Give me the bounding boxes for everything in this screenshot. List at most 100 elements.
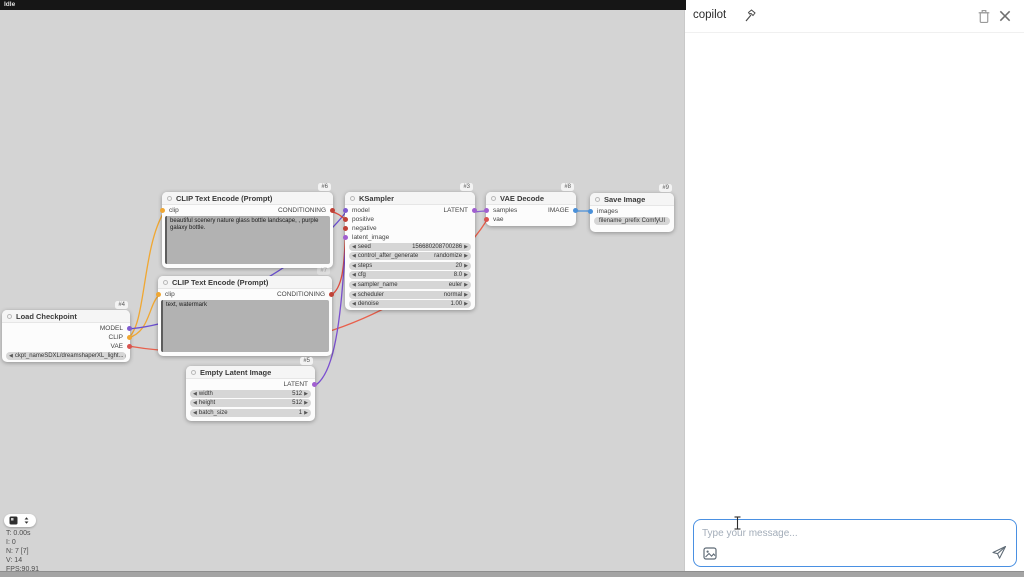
- increment-arrow-icon[interactable]: ▶: [464, 291, 468, 299]
- attach-image-icon[interactable]: [703, 547, 717, 560]
- input-port-samples[interactable]: [484, 208, 489, 213]
- increment-arrow-icon[interactable]: ▶: [464, 271, 468, 279]
- output-port-conditioning[interactable]: [329, 292, 334, 297]
- input-port-model[interactable]: [343, 208, 348, 213]
- collapse-dot-icon[interactable]: [191, 370, 196, 375]
- port-label: model: [352, 207, 370, 214]
- node-clip-text-encode-positive[interactable]: #6 CLIP Text Encode (Prompt) clip CONDIT…: [162, 192, 333, 268]
- widget-batch-size[interactable]: ◀ batch_size 1 ▶: [190, 409, 311, 417]
- node-title-bar[interactable]: CLIP Text Encode (Prompt): [158, 276, 332, 289]
- widget-steps[interactable]: ◀ steps 20 ▶: [349, 262, 471, 270]
- output-port-clip[interactable]: [127, 335, 132, 340]
- node-clip-text-encode-negative[interactable]: #7 CLIP Text Encode (Prompt) clip CONDIT…: [158, 276, 332, 356]
- collapse-dot-icon[interactable]: [350, 196, 355, 201]
- widget-seed[interactable]: ◀ seed 156680208700286 ▶: [349, 243, 471, 251]
- collapse-dot-icon[interactable]: [167, 196, 172, 201]
- node-ksampler[interactable]: #3 KSampler model LATENT positive negati…: [345, 192, 475, 310]
- decrement-arrow-icon[interactable]: ◀: [352, 252, 356, 260]
- bottom-scroll-bar[interactable]: [0, 571, 1024, 577]
- prompt-textarea[interactable]: beautiful scenery nature glass bottle la…: [165, 216, 330, 264]
- port-label: CONDITIONING: [277, 291, 325, 298]
- node-title-bar[interactable]: CLIP Text Encode (Prompt): [162, 192, 333, 205]
- increment-arrow-icon[interactable]: ▶: [464, 300, 468, 308]
- output-port-conditioning[interactable]: [330, 208, 335, 213]
- node-title-bar[interactable]: Empty Latent Image: [186, 366, 315, 379]
- sort-updown-icon[interactable]: [22, 515, 31, 526]
- node-title-bar[interactable]: KSampler: [345, 192, 475, 205]
- widget-name: seed: [358, 244, 371, 250]
- node-save-image[interactable]: #9 Save Image images filename_prefix Com…: [590, 193, 674, 232]
- decrement-arrow-icon[interactable]: ◀: [193, 399, 197, 407]
- node-id-badge: #5: [300, 357, 313, 365]
- decrement-arrow-icon[interactable]: ◀: [9, 352, 13, 360]
- increment-arrow-icon[interactable]: ▶: [464, 252, 468, 260]
- collapse-dot-icon[interactable]: [7, 314, 12, 319]
- port-label: CONDITIONING: [278, 207, 326, 214]
- output-port-vae[interactable]: [127, 344, 132, 349]
- input-port-clip[interactable]: [156, 292, 161, 297]
- input-port-images[interactable]: [588, 209, 593, 214]
- node-title-bar[interactable]: Load Checkpoint: [2, 310, 130, 323]
- node-title-bar[interactable]: Save Image: [590, 193, 674, 206]
- output-port-image[interactable]: [573, 208, 578, 213]
- collapse-dot-icon[interactable]: [163, 280, 168, 285]
- decrement-arrow-icon[interactable]: ◀: [352, 300, 356, 308]
- node-graph-canvas[interactable]: #4 Load Checkpoint MODEL CLIP VAE ◀ ckpt…: [0, 0, 686, 577]
- widget-name: height: [199, 400, 215, 406]
- decrement-arrow-icon[interactable]: ◀: [352, 291, 356, 299]
- node-empty-latent-image[interactable]: #5 Empty Latent Image LATENT ◀ width 512…: [186, 366, 315, 421]
- increment-arrow-icon[interactable]: ▶: [464, 262, 468, 270]
- widget-height[interactable]: ◀ height 512 ▶: [190, 399, 311, 407]
- output-port-latent[interactable]: [312, 382, 317, 387]
- widget-scheduler[interactable]: ◀ scheduler normal ▶: [349, 291, 471, 299]
- port-row: model LATENT: [345, 206, 475, 214]
- decrement-arrow-icon[interactable]: ◀: [193, 390, 197, 398]
- increment-arrow-icon[interactable]: ▶: [304, 409, 308, 417]
- node-load-checkpoint[interactable]: #4 Load Checkpoint MODEL CLIP VAE ◀ ckpt…: [2, 310, 130, 362]
- widget-value: 512: [292, 391, 302, 397]
- widget-width[interactable]: ◀ width 512 ▶: [190, 390, 311, 398]
- collapse-dot-icon[interactable]: [491, 196, 496, 201]
- chat-message-input[interactable]: [702, 525, 982, 541]
- widget-control-after-generate[interactable]: ◀ control_after_generate randomize ▶: [349, 252, 471, 260]
- close-icon[interactable]: [998, 9, 1012, 23]
- widget-sampler-name[interactable]: ◀ sampler_name euler ▶: [349, 281, 471, 289]
- decrement-arrow-icon[interactable]: ◀: [352, 271, 356, 279]
- decrement-arrow-icon[interactable]: ◀: [352, 243, 356, 251]
- node-id-badge: #4: [115, 301, 128, 309]
- input-port-negative[interactable]: [343, 226, 348, 231]
- minimap-toggle-icon[interactable]: [9, 516, 18, 525]
- widget-cfg[interactable]: ◀ cfg 8.0 ▶: [349, 271, 471, 279]
- widget-value: ComfyUI: [642, 218, 665, 224]
- collapse-dot-icon[interactable]: [595, 197, 600, 202]
- widget-value: SDXL/dreamshaperXL_light...: [44, 353, 123, 359]
- send-icon[interactable]: [991, 545, 1007, 560]
- output-port-latent[interactable]: [472, 208, 477, 213]
- decrement-arrow-icon[interactable]: ◀: [352, 281, 356, 289]
- increment-arrow-icon[interactable]: ▶: [464, 243, 468, 251]
- input-port-positive[interactable]: [343, 217, 348, 222]
- widget-denoise[interactable]: ◀ denoise 1.00 ▶: [349, 300, 471, 308]
- port-label: latent_image: [352, 234, 389, 241]
- widget-filename-prefix[interactable]: filename_prefix ComfyUI: [594, 217, 670, 225]
- canvas-toolbar: [4, 514, 36, 527]
- widget-value: normal: [444, 292, 462, 298]
- node-title-bar[interactable]: VAE Decode: [486, 192, 576, 205]
- input-port-vae[interactable]: [484, 217, 489, 222]
- app-window: #4 Load Checkpoint MODEL CLIP VAE ◀ ckpt…: [0, 0, 1024, 577]
- output-port-model[interactable]: [127, 326, 132, 331]
- decrement-arrow-icon[interactable]: ◀: [193, 409, 197, 417]
- input-port-clip[interactable]: [160, 208, 165, 213]
- widget-ckpt-name[interactable]: ◀ ckpt_name SDXL/dreamshaperXL_light... …: [6, 352, 126, 360]
- trash-icon[interactable]: [976, 8, 992, 24]
- prompt-textarea[interactable]: text, watermark: [161, 300, 329, 352]
- decrement-arrow-icon[interactable]: ◀: [352, 262, 356, 270]
- input-port-latent-image[interactable]: [343, 235, 348, 240]
- increment-arrow-icon[interactable]: ▶: [464, 281, 468, 289]
- increment-arrow-icon[interactable]: ▶: [304, 390, 308, 398]
- node-link-wires: [0, 0, 686, 577]
- node-vae-decode[interactable]: #8 VAE Decode samples IMAGE vae: [486, 192, 576, 226]
- increment-arrow-icon[interactable]: ▶: [304, 399, 308, 407]
- port-label: LATENT: [444, 207, 468, 214]
- widget-name: filename_prefix: [599, 218, 640, 224]
